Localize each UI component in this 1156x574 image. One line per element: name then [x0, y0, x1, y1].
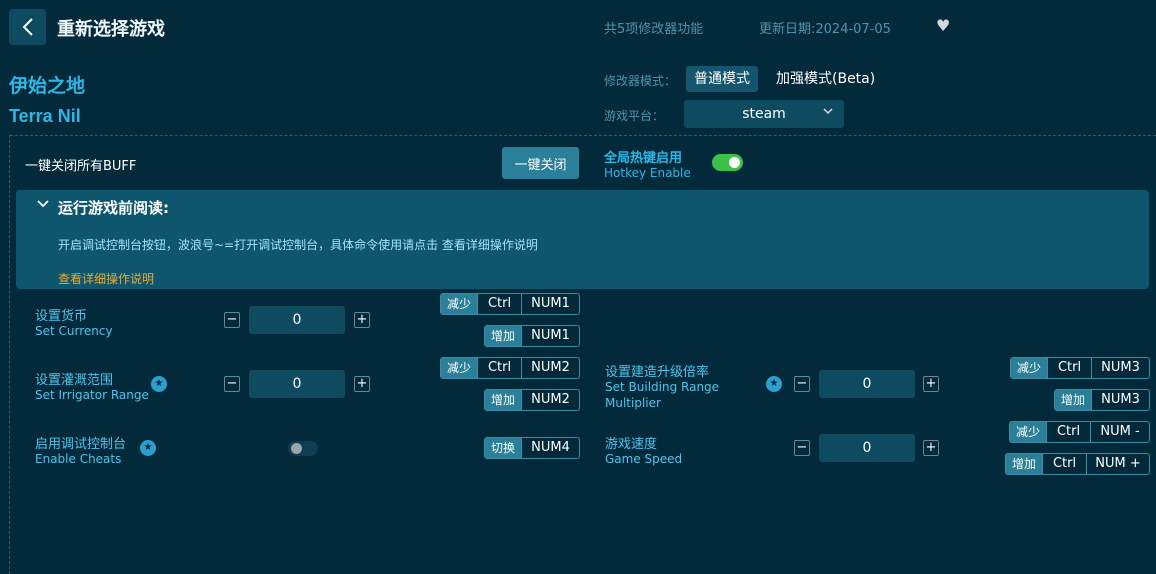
cheat-name-en-line2: Multiplier: [605, 396, 661, 410]
cheat-name-en: Game Speed: [605, 452, 683, 466]
hotkey-inc-building[interactable]: 增加 NUM3: [1054, 389, 1150, 411]
platform-value: steam: [742, 106, 786, 122]
currency-value-input[interactable]: 0: [249, 306, 345, 334]
hotkey-key: NUM2: [521, 358, 579, 378]
decrement-button[interactable]: −: [224, 376, 240, 392]
hotkey-key: NUM1: [521, 294, 579, 314]
hotkey-key: NUM3: [1091, 390, 1149, 410]
decrement-button[interactable]: −: [224, 312, 240, 328]
back-button[interactable]: [9, 9, 46, 45]
hotkey-mod: Ctrl: [1046, 422, 1090, 442]
building-value-input[interactable]: 0: [819, 370, 915, 398]
hotkey-tag: 减少: [1010, 422, 1047, 442]
cheat-name-en: Enable Cheats: [35, 452, 122, 466]
hotkey-toggle[interactable]: [712, 154, 743, 171]
star-icon: ★: [766, 376, 782, 392]
irrigator-value-input[interactable]: 0: [249, 370, 345, 398]
cheat-name-en: Set Irrigator Range: [35, 388, 149, 402]
hotkey-tag: 减少: [441, 358, 478, 378]
divider: [10, 135, 1156, 136]
hotkey-key: NUM3: [1091, 358, 1149, 378]
hotkey-dec-currency[interactable]: 减少 Ctrl NUM1: [440, 293, 580, 315]
hotkey-inc-irrigator[interactable]: 增加 NUM2: [484, 389, 580, 411]
hotkey-key: NUM -: [1090, 422, 1149, 442]
chevron-down-icon: [822, 105, 834, 120]
cheat-name-en: Set Building Range: [605, 380, 720, 394]
hotkey-mod: Ctrl: [1042, 454, 1086, 474]
update-date: 更新日期:2024-07-05: [759, 22, 891, 37]
feature-count: 共5项修改器功能: [604, 22, 704, 37]
hotkey-tag: 增加: [485, 326, 522, 346]
platform-select[interactable]: steam: [684, 100, 844, 128]
hotkey-key: NUM4: [521, 438, 579, 458]
hotkey-tag: 增加: [1055, 390, 1092, 410]
decrement-button[interactable]: −: [794, 376, 810, 392]
hotkey-tag: 切换: [485, 438, 522, 458]
hotkey-inc-currency[interactable]: 增加 NUM1: [484, 325, 580, 347]
notice-link[interactable]: 查看详细操作说明: [58, 270, 154, 287]
chevron-left-icon: [22, 18, 33, 36]
game-name-en: Terra Nil: [9, 106, 81, 126]
platform-label: 游戏平台：: [604, 109, 665, 123]
enhanced-mode-button[interactable]: 加强模式(Beta): [768, 66, 883, 92]
hotkey-mod: Ctrl: [1047, 358, 1091, 378]
hotkey-tag: 减少: [1011, 358, 1048, 378]
cheat-name-cn: 设置货币: [35, 309, 88, 324]
mode-label: 修改器模式：: [604, 74, 677, 88]
hotkey-key: NUM +: [1086, 454, 1149, 474]
hotkey-dec-building[interactable]: 减少 Ctrl NUM3: [1010, 357, 1150, 379]
divider-vertical: [9, 135, 10, 574]
hotkey-inc-speed[interactable]: 增加 Ctrl NUM +: [1005, 453, 1150, 475]
normal-mode-button[interactable]: 普通模式: [686, 66, 758, 92]
hotkey-mod: Ctrl: [477, 294, 521, 314]
star-icon: ★: [151, 376, 167, 392]
close-all-button[interactable]: 一键关闭: [502, 147, 579, 179]
toggle-knob: [291, 443, 302, 454]
hotkey-key: NUM1: [521, 326, 579, 346]
hotkey-toggle-cheats[interactable]: 切换 NUM4: [484, 437, 580, 459]
hotkey-label-en: Hotkey Enable: [604, 166, 691, 180]
cheat-name-cn: 游戏速度: [605, 437, 658, 452]
hotkey-dec-irrigator[interactable]: 减少 Ctrl NUM2: [440, 357, 580, 379]
game-name-cn: 伊始之地: [9, 75, 86, 97]
hotkey-tag: 减少: [441, 294, 478, 314]
notice-title: 运行游戏前阅读:: [58, 199, 169, 217]
hotkey-dec-speed[interactable]: 减少 Ctrl NUM -: [1009, 421, 1150, 443]
notice-panel: 运行游戏前阅读: 开启调试控制台按钮，波浪号~=打开调试控制台，具体命令使用请点…: [16, 190, 1149, 289]
cheat-name-cn: 设置灌溉范围: [35, 373, 114, 388]
increment-button[interactable]: +: [354, 376, 370, 392]
hotkey-tag: 增加: [485, 390, 522, 410]
hotkey-tag: 增加: [1006, 454, 1043, 474]
enable-cheats-toggle[interactable]: [288, 441, 318, 456]
hotkey-mod: Ctrl: [477, 358, 521, 378]
toggle-knob: [729, 157, 740, 168]
cheat-name-en: Set Currency: [35, 324, 113, 338]
heart-icon[interactable]: ♥: [936, 16, 950, 35]
cheat-name-cn: 设置建造升级倍率: [605, 365, 710, 380]
decrement-button[interactable]: −: [794, 440, 810, 456]
hotkey-label-cn: 全局热键启用: [604, 151, 683, 166]
increment-button[interactable]: +: [923, 440, 939, 456]
chevron-down-icon[interactable]: [36, 197, 50, 215]
star-icon: ★: [140, 440, 156, 456]
cheat-name-cn: 启用调试控制台: [35, 437, 127, 452]
page-title: 重新选择游戏: [57, 19, 165, 40]
speed-value-input[interactable]: 0: [819, 434, 915, 462]
hotkey-key: NUM2: [521, 390, 579, 410]
close-all-buff-label: 一键关闭所有BUFF: [25, 159, 137, 174]
increment-button[interactable]: +: [923, 376, 939, 392]
increment-button[interactable]: +: [354, 312, 370, 328]
notice-body: 开启调试控制台按钮，波浪号~=打开调试控制台，具体命令使用请点击 查看详细操作说…: [58, 238, 538, 252]
